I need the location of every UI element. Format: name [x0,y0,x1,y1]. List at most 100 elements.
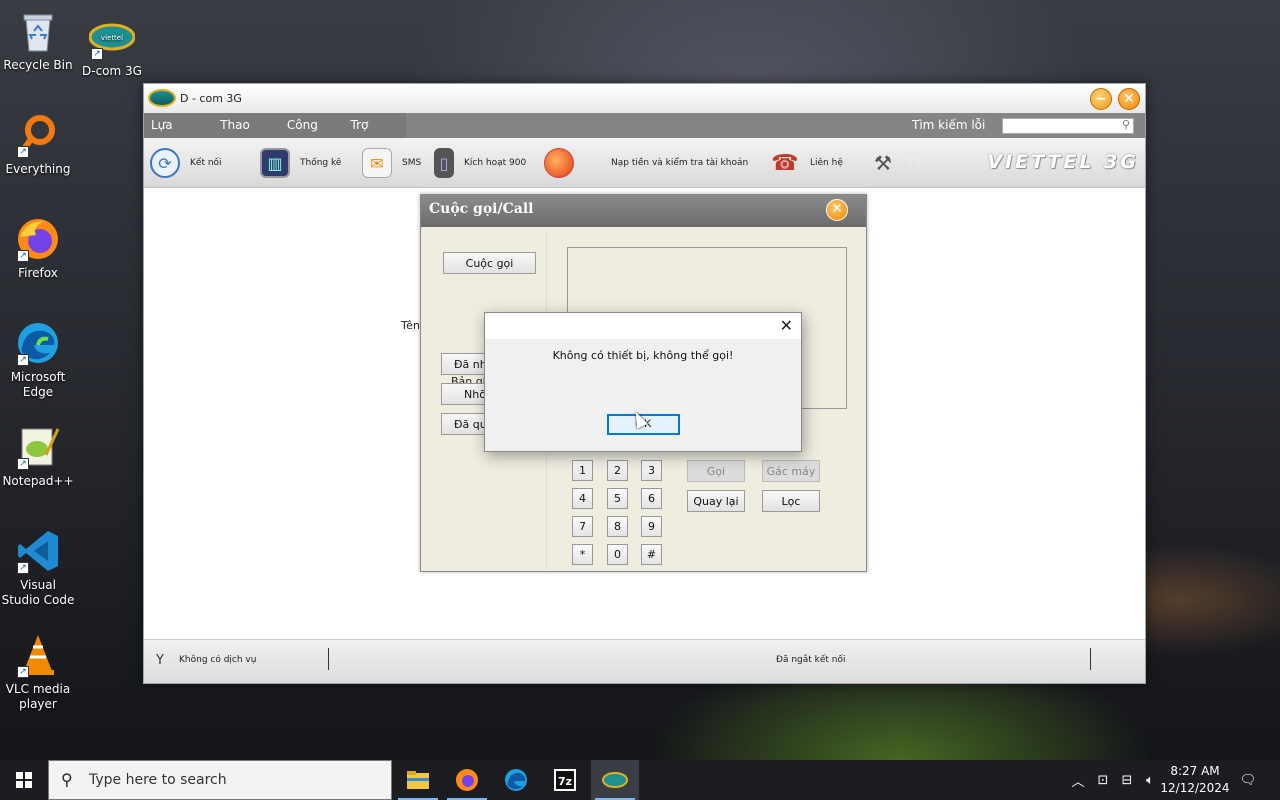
desktop-icon-edge[interactable]: ↗ Microsoft Edge [0,320,76,400]
hang-up-button[interactable]: Gác máy [762,460,820,482]
signal-icon: Y [156,653,164,668]
toolbar-label: SMS [402,158,422,168]
call-dialog-close-button[interactable]: ✕ [826,199,848,221]
desktop-icon-vscode[interactable]: ↗ Visual Studio Code [0,528,76,608]
toolbar-label: Kích hoạt 900 [464,158,527,168]
desktop-icon-dcom[interactable]: viettel ↗ D-com 3G [74,14,150,79]
phone-icon: ▯ [434,148,454,178]
taskbar-file-explorer[interactable] [394,760,442,800]
show-hidden-icons-button[interactable]: ︿ [1068,760,1088,800]
search-label: Tìm kiếm lỗi [912,118,986,132]
statistics-monitor-icon: ▥ [260,148,290,178]
toolbar-sms-button[interactable]: ✉ SMS [362,138,421,188]
keypad-key-4[interactable]: 4 [572,488,593,509]
desktop-icon-vlc[interactable]: ↗ VLC media player [0,632,76,712]
menu-thao-tac[interactable]: Thao tác [213,113,280,157]
menu-lua-chon[interactable]: Lựa chọn [144,113,213,157]
keypad-key-2[interactable]: 2 [607,460,628,481]
menubar: Lựa chọn Thao tác Công cụ Trợ giúp Tìm k… [144,113,1145,157]
taskbar-edge[interactable] [492,760,540,800]
keypad-key-star[interactable]: * [572,544,593,565]
desktop-icon-label: Visual Studio Code [1,578,75,607]
keypad-key-hash[interactable]: # [641,544,662,565]
network-disconnected-icon: ⊟ [1121,772,1133,788]
network-status-button[interactable]: ⊟ [1116,760,1138,800]
service-status: Không có dịch vụ [179,655,257,665]
back-button[interactable]: Quay lại [687,490,745,512]
tray-device-icon: ⊡ [1097,772,1109,788]
toolbar-topup-button[interactable]: Nạp tiền và kiểm tra tài khoản [544,138,748,188]
call-button[interactable]: Gọi [687,460,745,482]
desktop-icon-notepadpp[interactable]: ↗ Notepad++ [0,424,76,489]
start-button[interactable] [0,760,48,800]
taskbar-7zip[interactable]: 7z [541,760,589,800]
file-explorer-icon [407,771,429,789]
svg-text:viettel: viettel [101,34,123,42]
taskbar-dcom[interactable] [591,760,639,800]
toolbar-contact-button[interactable]: ☎ Liên hệ [770,138,843,188]
minimize-button[interactable]: − [1090,88,1112,110]
status-divider [328,648,329,670]
speaker-muted-icon: 🔈︎ [1146,772,1154,788]
toolbar-connect-button[interactable]: ⟳ Kết nối [150,138,222,188]
tools-icon: ⚒ [874,151,892,175]
taskbar-clock[interactable]: 8:27 AM 12/12/2024 [1160,763,1230,797]
firefox-icon [456,769,478,791]
sms-envelope-icon: ✉ [362,148,392,178]
notification-icon: 🗨︎ [1239,772,1257,788]
desktop-icon-label: Everything [5,162,71,176]
desktop-icon-firefox[interactable]: ↗ Firefox [0,216,76,281]
calls-button[interactable]: Cuộc gọi [443,252,536,274]
taskbar: ⚲ Type here to search 7z ︿ ⊡ ⊟ 🔈︎ 8:27 A… [0,760,1280,800]
keypad-key-1[interactable]: 1 [572,460,593,481]
viettel-3g-brand: VIETTEL 3G [987,151,1139,173]
keypad-key-3[interactable]: 3 [641,460,662,481]
error-search-input[interactable]: ⚲ [1002,118,1134,134]
toolbar-label: Liên hệ [810,158,843,168]
call-dialog-titlebar[interactable]: Cuộc gọi/Call ✕ [421,195,866,227]
toolbar-statistics-button[interactable]: ▥ Thống kê [260,138,341,188]
clock-time: 8:27 AM [1170,764,1220,778]
keypad-key-6[interactable]: 6 [641,488,662,509]
toolbar-utilities-button[interactable]: ⚒ Tiện ích [868,138,943,188]
toolbar-label: Nạp tiền và kiểm tra tài khoản [611,158,749,168]
keypad-key-0[interactable]: 0 [607,544,628,565]
desktop-icon-everything[interactable]: ↗ Everything [0,112,76,177]
clock-date: 12/12/2024 [1160,781,1230,795]
keypad-key-7[interactable]: 7 [572,516,593,537]
search-icon[interactable]: ⚲ [1122,118,1130,131]
search-icon: ⚲ [61,770,73,789]
keypad-key-8[interactable]: 8 [607,516,628,537]
notifications-button[interactable]: 🗨︎ [1234,760,1262,800]
window-title: D - com 3G [180,92,242,105]
tray-app-icon[interactable]: ⊡ [1092,760,1114,800]
connection-status: Đã ngắt kết nối [776,655,846,665]
message-box-close-button[interactable]: ✕ [780,316,793,335]
desktop-icon-recycle-bin[interactable]: Recycle Bin [0,8,76,73]
menu-tro-giup[interactable]: Trợ giúp [344,113,406,157]
chevron-up-icon: ︿ [1071,774,1085,790]
toolbar-label: Thống kê [300,158,342,168]
keypad-key-9[interactable]: 9 [641,516,662,537]
filter-button[interactable]: Lọc [762,490,820,512]
toolbar-activate-900-button[interactable]: ▯ Kích hoạt 900 [434,138,526,188]
toolbar-label: Kết nối [190,158,222,168]
edge-icon [505,769,527,791]
volume-button[interactable]: 🔈︎ [1140,760,1160,800]
everything-icon: ↗ [15,112,61,158]
7zip-icon: 7z [554,769,576,791]
firefox-icon: ↗ [15,216,61,262]
close-window-button[interactable]: ✕ [1118,88,1140,110]
toolbar-label: Tiện ích [908,158,943,168]
recycle-bin-icon [15,8,61,54]
window-titlebar[interactable]: D - com 3G − ✕ [144,84,1145,113]
taskbar-search-box[interactable]: ⚲ Type here to search [48,760,392,800]
message-box-titlebar[interactable]: ✕ [485,313,801,339]
desktop-icon-label: Recycle Bin [3,58,73,72]
taskbar-firefox[interactable] [443,760,491,800]
menu-cong-cu[interactable]: Công cụ [280,113,344,157]
keypad-key-5[interactable]: 5 [607,488,628,509]
statusbar: Y Không có dịch vụ Đã ngắt kết nối [144,639,1145,683]
connect-icon: ⟳ [150,148,180,178]
desktop-icon-label: Firefox [18,266,58,280]
